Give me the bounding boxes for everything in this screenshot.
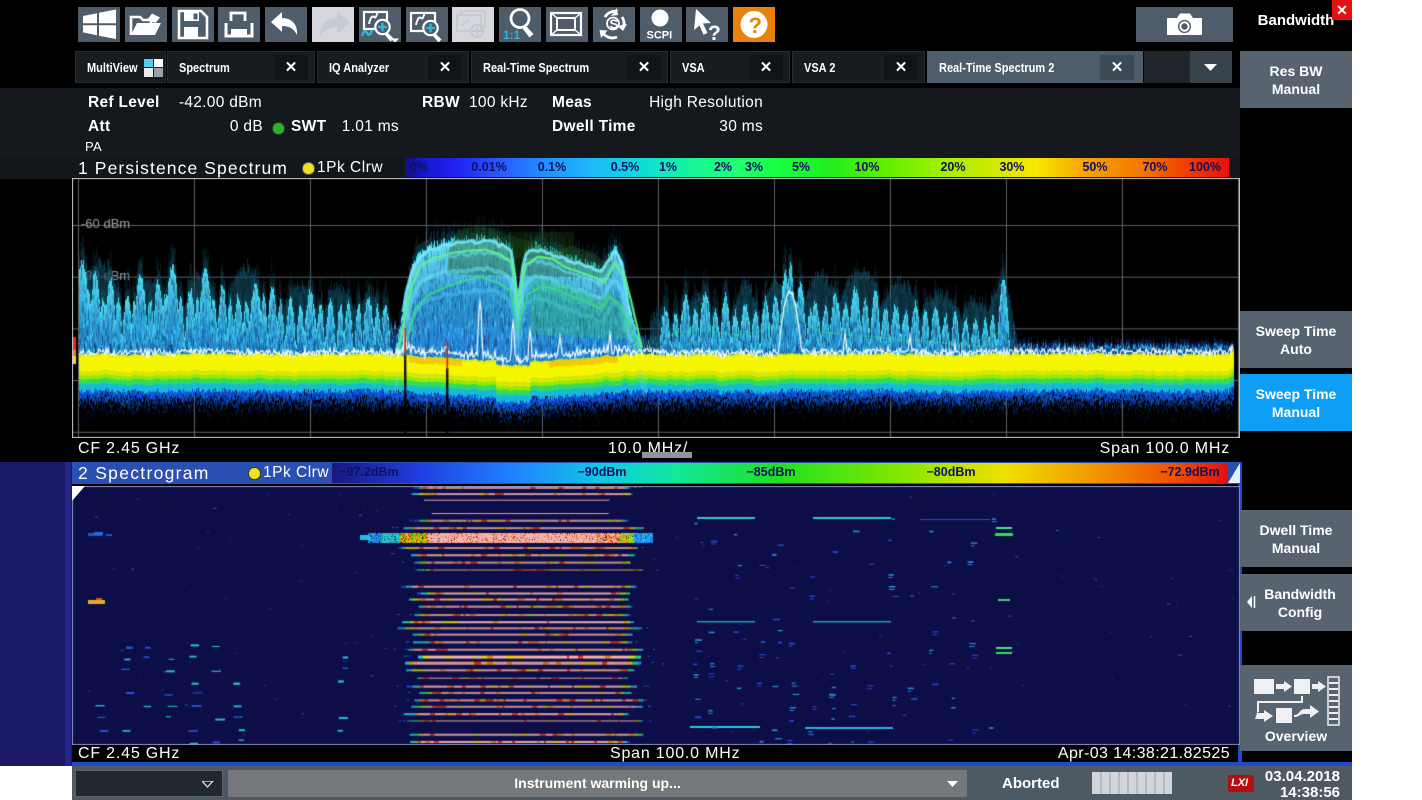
- svg-text:SCPI: SCPI: [646, 30, 672, 42]
- svg-text:?: ?: [749, 13, 762, 38]
- svg-text:?: ?: [708, 22, 721, 42]
- svg-text:S: S: [609, 17, 618, 32]
- svg-text:1:1: 1:1: [503, 28, 521, 42]
